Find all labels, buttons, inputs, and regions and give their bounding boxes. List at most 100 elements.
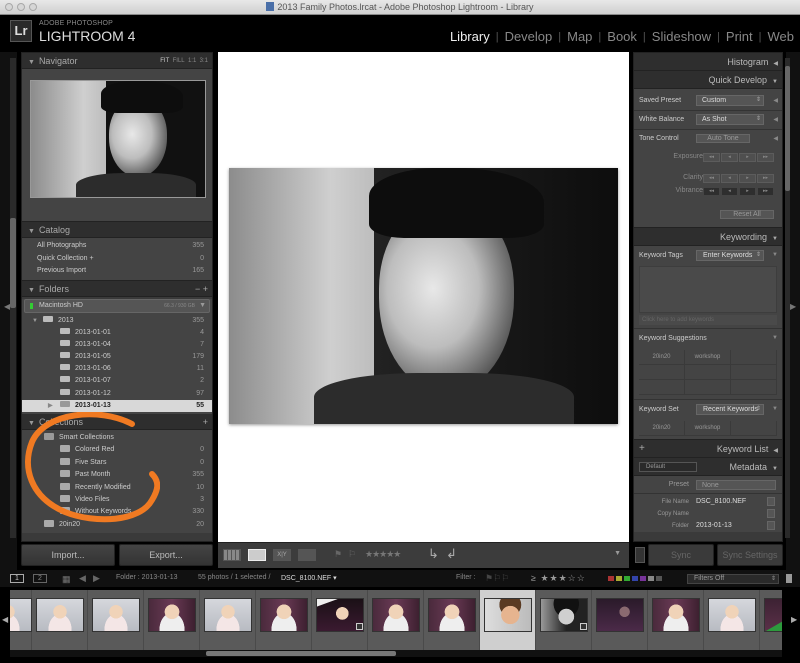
keywording-header[interactable]: Keywording ▼: [634, 228, 782, 246]
auto-sync-switch[interactable]: [635, 547, 645, 563]
vibrance-decrease[interactable]: ◂: [721, 187, 738, 196]
keyword-tags-textarea[interactable]: [639, 266, 777, 313]
toolbar-content-menu-icon[interactable]: ▼: [614, 550, 621, 557]
keyword-suggestion[interactable]: [639, 380, 685, 395]
sync-button[interactable]: Sync: [648, 544, 714, 566]
quick-develop-header[interactable]: Quick Develop ▼: [634, 71, 782, 89]
metadata-header[interactable]: Default Metadata ▼: [634, 458, 782, 476]
smart-collection-item[interactable]: Without Keywords 330: [22, 506, 212, 518]
filter-lock-icon[interactable]: [786, 574, 792, 583]
filmstrip-scroll-thumb[interactable]: [206, 651, 396, 656]
zoom-fill[interactable]: FILL: [173, 58, 185, 64]
keyword-suggestion[interactable]: [731, 350, 777, 365]
catalog-item-quick-collection[interactable]: Quick Collection + 0: [22, 253, 212, 266]
collapse-triangle-icon[interactable]: ◀: [773, 116, 778, 123]
volume-macintosh-hd[interactable]: Macintosh HD 66.3 / 930 GB ▼: [24, 298, 210, 313]
filmstrip-thumb[interactable]: [536, 590, 592, 650]
reset-all-button[interactable]: Reset All: [720, 210, 774, 219]
loupe-view-button[interactable]: [248, 549, 266, 561]
folder-item-selected[interactable]: ▶ 2013-01-13 55: [22, 399, 212, 412]
navigator-preview-image[interactable]: [30, 80, 206, 198]
keyword-suggestion[interactable]: [639, 365, 685, 380]
collection-item[interactable]: 20in20 20: [22, 519, 212, 531]
filmstrip-thumb[interactable]: [32, 590, 88, 650]
left-scroll-thumb[interactable]: [10, 218, 16, 308]
module-web[interactable]: Web: [768, 29, 795, 44]
export-button[interactable]: Export...: [119, 544, 213, 566]
current-folder-label[interactable]: Folder : 2013-01-13: [116, 574, 177, 581]
smart-collection-item[interactable]: Colored Red 0: [22, 444, 212, 456]
expand-triangle-icon[interactable]: ▼: [772, 335, 778, 341]
zoom-3-1[interactable]: 3:1: [200, 58, 208, 64]
white-balance-select[interactable]: As Shot: [696, 114, 764, 125]
keyword-set-item[interactable]: workshop: [685, 421, 731, 436]
clarity-large-decrease[interactable]: ◂◂: [703, 174, 720, 183]
module-slideshow[interactable]: Slideshow: [652, 29, 711, 44]
expand-triangle-icon[interactable]: ▶: [48, 400, 53, 412]
left-panel-scrollbar[interactable]: [10, 58, 16, 538]
keyword-suggestion[interactable]: [731, 365, 777, 380]
folder-item[interactable]: 2013-01-05 179: [22, 351, 212, 363]
module-print[interactable]: Print: [726, 29, 753, 44]
expand-triangle-icon[interactable]: ▼: [772, 252, 778, 258]
folder-item[interactable]: 2013-01-06 11: [22, 363, 212, 375]
drive-dropdown-icon[interactable]: ▼: [199, 300, 206, 312]
zoom-window-button[interactable]: [29, 3, 37, 11]
auto-tone-button[interactable]: Auto Tone: [696, 134, 750, 143]
clarity-large-increase[interactable]: ▸▸: [757, 174, 774, 183]
survey-view-button[interactable]: [298, 549, 316, 561]
filmstrip-thumb[interactable]: [144, 590, 200, 650]
rotate-right-icon[interactable]: ↲: [446, 546, 457, 562]
sync-settings-button[interactable]: Sync Settings: [717, 544, 783, 566]
filmstrip-thumb[interactable]: [88, 590, 144, 650]
main-photo[interactable]: [229, 168, 618, 424]
folder-2013[interactable]: ▼ 2013 355: [22, 315, 212, 327]
metadata-action-icon[interactable]: [767, 509, 775, 518]
color-label-filter-5[interactable]: [648, 576, 654, 581]
module-develop[interactable]: Develop: [505, 29, 553, 44]
keyword-set-item[interactable]: [731, 421, 777, 436]
folder-item[interactable]: 2013-01-12 97: [22, 388, 212, 400]
filmstrip-thumb[interactable]: [10, 590, 32, 650]
window-controls[interactable]: [5, 3, 37, 11]
metadata-preset-select[interactable]: None: [696, 480, 776, 490]
right-scroll-thumb[interactable]: [785, 66, 790, 191]
collapse-right-arrow-icon[interactable]: ▶: [790, 302, 796, 311]
collapse-triangle-icon[interactable]: ◀: [773, 97, 778, 104]
grid-view-button[interactable]: [223, 549, 241, 561]
import-button[interactable]: Import...: [21, 544, 115, 566]
filter-preset-select[interactable]: Filters Off: [687, 574, 779, 584]
zoom-fit[interactable]: FIT: [160, 58, 169, 64]
clarity-decrease[interactable]: ◂: [721, 174, 738, 183]
color-label-filter-3[interactable]: [632, 576, 638, 581]
expand-triangle-icon[interactable]: ▼: [772, 406, 778, 412]
filmstrip-thumb[interactable]: [704, 590, 760, 650]
smart-collection-item[interactable]: Recently Modified 10: [22, 482, 212, 494]
rating-filter[interactable]: ≥ ★★★☆☆: [531, 573, 586, 584]
folder-add-remove-buttons[interactable]: − +: [195, 281, 208, 297]
filmstrip-thumb[interactable]: [424, 590, 480, 650]
color-label-filter-1[interactable]: [616, 576, 622, 581]
keyword-list-header[interactable]: + Keyword List ◀: [634, 440, 782, 458]
close-window-button[interactable]: [5, 3, 13, 11]
exposure-large-decrease[interactable]: ◂◂: [703, 153, 720, 162]
module-map[interactable]: Map: [567, 29, 592, 44]
forward-arrow-icon[interactable]: ▶: [93, 573, 100, 584]
clarity-increase[interactable]: ▸: [739, 174, 756, 183]
saved-preset-select[interactable]: Custom: [696, 95, 764, 106]
add-collection-button[interactable]: +: [203, 414, 208, 430]
filmstrip-thumb-selected[interactable]: [480, 590, 536, 650]
add-keyword-button[interactable]: +: [639, 440, 645, 458]
catalog-item-all-photographs[interactable]: All Photographs 355: [22, 240, 212, 253]
catalog-header[interactable]: ▼ Catalog: [22, 222, 212, 238]
module-book[interactable]: Book: [607, 29, 637, 44]
collapse-triangle-icon[interactable]: ◀: [773, 135, 778, 142]
smart-collection-item[interactable]: Five Stars 0: [22, 457, 212, 469]
keyword-set-select[interactable]: Recent Keywords: [696, 404, 764, 415]
keyword-suggestion[interactable]: [685, 365, 731, 380]
color-label-filter-6[interactable]: [656, 576, 662, 581]
keyword-suggestion[interactable]: [685, 380, 731, 395]
selected-filename[interactable]: DSC_8100.NEF ▾: [281, 574, 337, 582]
color-label-filter-4[interactable]: [640, 576, 646, 581]
metadata-view-select[interactable]: Default: [639, 462, 697, 472]
